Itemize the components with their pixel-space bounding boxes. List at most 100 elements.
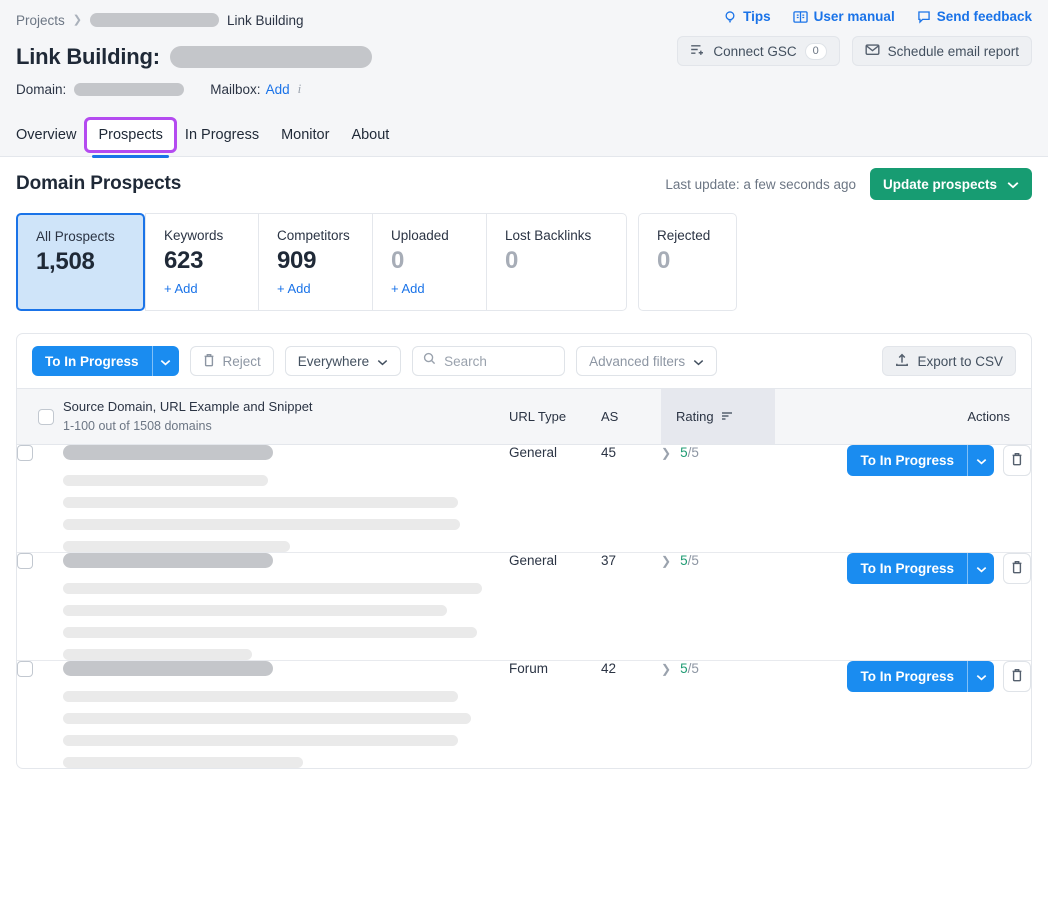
project-meta-row: Domain: Mailbox: Add i [16, 74, 1032, 104]
row-checkbox[interactable] [17, 445, 33, 461]
stat-card-add-link[interactable]: + Add [164, 281, 198, 296]
row-to-in-progress-dropdown[interactable] [967, 661, 994, 692]
stat-card-keywords[interactable]: Keywords 623 + Add [145, 213, 259, 311]
row-to-in-progress-split: To In Progress [847, 553, 994, 584]
search-box[interactable] [412, 346, 565, 376]
row-to-in-progress-split: To In Progress [847, 661, 994, 692]
stat-card-competitors[interactable]: Competitors 909 + Add [259, 213, 373, 311]
stat-card-uploaded[interactable]: Uploaded 0 + Add [373, 213, 487, 311]
stat-card-lost-backlinks[interactable]: Lost Backlinks 0 [487, 213, 627, 311]
chevron-down-icon [693, 354, 704, 369]
section-title: Domain Prospects [16, 173, 181, 195]
sort-icon [721, 409, 733, 424]
table-row[interactable]: General 45 ❯ 5/5 To In Progress [17, 445, 1031, 553]
stat-card-rejected[interactable]: Rejected 0 [638, 213, 737, 311]
to-in-progress-dropdown-button[interactable] [152, 346, 179, 376]
row-delete-button[interactable] [1003, 445, 1031, 476]
connect-gsc-label: Connect GSC [713, 44, 796, 59]
row-spacer-cell [775, 553, 830, 661]
rating-denominator: /5 [688, 445, 699, 460]
rating-value: 5 [680, 553, 688, 568]
send-feedback-link[interactable]: Send feedback [917, 9, 1032, 24]
domain-redacted-value [74, 83, 184, 96]
chevron-down-icon [976, 669, 987, 684]
url-type-column-header[interactable]: URL Type [509, 389, 601, 445]
reject-button[interactable]: Reject [190, 346, 274, 376]
skeleton-line [63, 649, 252, 660]
row-to-in-progress-dropdown[interactable] [967, 445, 994, 476]
user-manual-link[interactable]: User manual [793, 9, 895, 24]
schedule-email-report-button[interactable]: Schedule email report [852, 36, 1032, 66]
select-all-checkbox[interactable] [38, 409, 54, 425]
tips-link[interactable]: Tips [723, 9, 771, 24]
skeleton-line [63, 605, 447, 616]
skeleton-line [63, 583, 482, 594]
section-header-right: Last update: a few seconds ago Update pr… [665, 168, 1032, 200]
connect-gsc-count: 0 [805, 43, 827, 60]
tab-monitor[interactable]: Monitor [270, 120, 340, 150]
as-column-header[interactable]: AS [601, 389, 661, 445]
row-checkbox[interactable] [17, 553, 33, 569]
search-input[interactable] [444, 354, 554, 369]
row-to-in-progress-button[interactable]: To In Progress [847, 445, 967, 476]
envelope-icon [865, 43, 880, 59]
tab-in-progress[interactable]: In Progress [174, 120, 270, 150]
expand-chevron-icon[interactable]: ❯ [661, 446, 671, 460]
chevron-down-icon [976, 453, 987, 468]
expand-chevron-icon[interactable]: ❯ [661, 554, 671, 568]
row-to-in-progress-button[interactable]: To In Progress [847, 553, 967, 584]
info-icon[interactable]: i [298, 81, 302, 97]
export-to-csv-button[interactable]: Export to CSV [882, 346, 1016, 376]
chevron-down-icon [1007, 177, 1019, 192]
row-delete-button[interactable] [1003, 553, 1031, 584]
connect-gsc-button[interactable]: Connect GSC 0 [677, 36, 839, 66]
search-icon [423, 352, 436, 370]
row-as: 37 [601, 553, 661, 661]
domain-label: Domain: [16, 82, 66, 97]
row-to-in-progress-button[interactable]: To In Progress [847, 661, 967, 692]
spacer-column-header [775, 389, 830, 445]
chat-bubble-icon [917, 10, 931, 24]
tab-prospects[interactable]: Prospects [87, 120, 173, 150]
row-checkbox[interactable] [17, 661, 33, 677]
tips-label: Tips [743, 9, 771, 24]
advanced-filters-dropdown[interactable]: Advanced filters [576, 346, 717, 376]
row-spacer-cell [775, 661, 830, 769]
row-actions-cell: To In Progress [830, 445, 1031, 553]
advanced-filters-label: Advanced filters [589, 354, 685, 369]
rating-column-header[interactable]: Rating [661, 389, 775, 445]
mailbox-add-link[interactable]: Add [266, 82, 290, 97]
row-source-cell [63, 553, 509, 661]
tab-about[interactable]: About [340, 120, 400, 150]
row-select-cell [17, 445, 63, 553]
breadcrumb-projects[interactable]: Projects [16, 13, 65, 28]
scope-dropdown[interactable]: Everywhere [285, 346, 401, 376]
table-body: General 45 ❯ 5/5 To In Progress [17, 445, 1031, 769]
filter-plus-icon [690, 43, 705, 59]
stat-card-title: Rejected [657, 228, 736, 243]
to-in-progress-button[interactable]: To In Progress [32, 346, 152, 376]
last-update-text: Last update: a few seconds ago [665, 177, 856, 192]
select-all-header [17, 389, 63, 445]
update-prospects-button[interactable]: Update prospects [870, 168, 1032, 200]
stat-card-all-prospects[interactable]: All Prospects 1,508 [16, 213, 145, 311]
export-label: Export to CSV [917, 354, 1003, 369]
stat-card-title: Competitors [277, 228, 372, 243]
stat-card-value: 0 [505, 247, 626, 275]
row-to-in-progress-dropdown[interactable] [967, 553, 994, 584]
schedule-email-report-label: Schedule email report [888, 44, 1019, 59]
actions-column-header: Actions [830, 389, 1031, 445]
stat-card-title: Keywords [164, 228, 258, 243]
table-row[interactable]: Forum 42 ❯ 5/5 To In Progress [17, 661, 1031, 769]
row-delete-button[interactable] [1003, 661, 1031, 692]
row-to-in-progress-split: To In Progress [847, 445, 994, 476]
rating-column-label: Rating [676, 409, 714, 424]
tab-bar-wrapper: Overview Prospects In Progress Monitor A… [0, 120, 1048, 157]
tab-overview[interactable]: Overview [16, 120, 87, 150]
table-row[interactable]: General 37 ❯ 5/5 To In Progress [17, 553, 1031, 661]
stat-card-title: Lost Backlinks [505, 228, 626, 243]
stat-card-add-link[interactable]: + Add [391, 281, 425, 296]
stat-card-add-link[interactable]: + Add [277, 281, 311, 296]
book-icon [793, 10, 808, 24]
expand-chevron-icon[interactable]: ❯ [661, 662, 671, 676]
